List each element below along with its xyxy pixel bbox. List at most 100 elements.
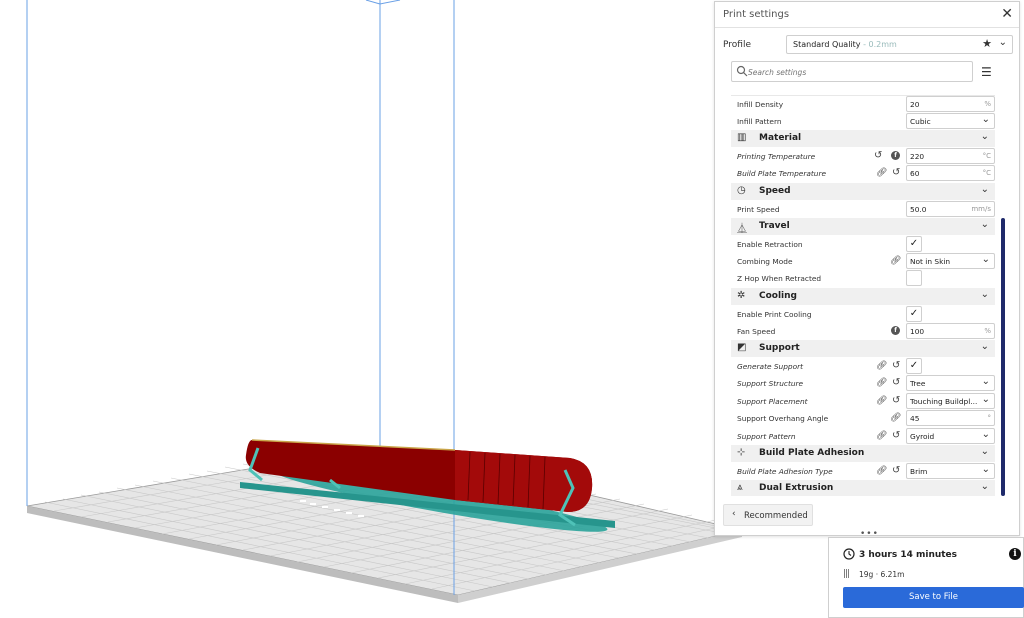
combing-mode-select[interactable]: Not in Skin ⌄ bbox=[906, 253, 995, 269]
search-box[interactable] bbox=[731, 61, 973, 82]
info-icon[interactable]: i bbox=[1009, 548, 1021, 560]
adhesion-type-select[interactable]: Brim ⌄ bbox=[906, 463, 995, 479]
printing-temperature-field[interactable]: 220 °C bbox=[906, 148, 995, 164]
setting-row-fan-speed: Fan Speed f 100 % bbox=[731, 323, 995, 340]
reset-icon[interactable]: ↺ bbox=[892, 395, 900, 406]
chevron-down-icon: ⌄ bbox=[980, 481, 989, 492]
chevron-left-icon: ‹ bbox=[732, 509, 736, 519]
setting-label: Combing Mode bbox=[737, 257, 793, 266]
support-pattern-select[interactable]: Gyroid ⌄ bbox=[906, 428, 995, 444]
link-icon[interactable]: 🔗︎ bbox=[876, 361, 887, 371]
infill-density-field[interactable]: 20 % bbox=[906, 96, 995, 112]
menu-icon[interactable]: ☰ bbox=[981, 65, 992, 79]
reset-icon[interactable]: ↺ bbox=[874, 150, 882, 161]
generate-support-checkbox[interactable]: ✓ bbox=[906, 358, 922, 374]
reset-icon[interactable]: ↺ bbox=[892, 430, 900, 441]
setting-row-support-placement: Support Placement 🔗︎ ↺ Touching Buildpl.… bbox=[731, 393, 995, 410]
setting-label: Build Plate Adhesion Type bbox=[737, 467, 833, 476]
chevron-down-icon: ⌄ bbox=[980, 131, 989, 142]
search-input[interactable] bbox=[748, 65, 968, 79]
setting-row-print-speed: Print Speed 50.0 mm/s bbox=[731, 201, 995, 218]
settings-list[interactable]: Infill Density 20 % Infill Pattern Cubic… bbox=[731, 88, 995, 496]
category-travel[interactable]: ⏅ Travel ⌄ bbox=[731, 218, 995, 235]
category-cooling[interactable]: ✲ Cooling ⌄ bbox=[731, 288, 995, 305]
chevron-down-icon: ⌄ bbox=[981, 394, 990, 405]
z-hop-checkbox[interactable] bbox=[906, 270, 922, 286]
recommended-button[interactable]: ‹ Recommended bbox=[723, 504, 813, 526]
setting-row-combing-mode: Combing Mode 🔗︎ Not in Skin ⌄ bbox=[731, 253, 995, 270]
setting-row-enable-retraction: Enable Retraction ✓ bbox=[731, 236, 995, 253]
support-placement-select[interactable]: Touching Buildpl... ⌄ bbox=[906, 393, 995, 409]
chevron-down-icon: ⌄ bbox=[981, 464, 990, 475]
setting-row-printing-temperature: Printing Temperature ↺ f 220 °C bbox=[731, 148, 995, 165]
clipped-row bbox=[731, 88, 995, 96]
support-structure-select[interactable]: Tree ⌄ bbox=[906, 375, 995, 391]
link-icon[interactable]: 🔗︎ bbox=[876, 431, 887, 441]
profile-label: Profile bbox=[723, 40, 751, 50]
profile-select[interactable]: Standard Quality - 0.2mm ★ ⌄ bbox=[786, 35, 1013, 54]
link-icon[interactable]: 🔗︎ bbox=[890, 256, 901, 266]
star-icon[interactable]: ★ bbox=[982, 37, 992, 50]
chevron-down-icon: ⌄ bbox=[980, 446, 989, 457]
setting-row-support-pattern: Support Pattern 🔗︎ ↺ Gyroid ⌄ bbox=[731, 428, 995, 445]
field-value: Not in Skin bbox=[910, 257, 951, 266]
category-label: Dual Extrusion bbox=[759, 483, 834, 493]
category-material[interactable]: ▥ Material ⌄ bbox=[731, 130, 995, 147]
print-action-panel: 3 hours 14 minutes i ||| 19g · 6.21m Sav… bbox=[828, 537, 1024, 618]
enable-print-cooling-checkbox[interactable]: ✓ bbox=[906, 306, 922, 322]
category-speed[interactable]: ◷ Speed ⌄ bbox=[731, 183, 995, 200]
panel-title: Print settings bbox=[723, 9, 790, 20]
field-unit: ° bbox=[987, 414, 992, 422]
save-to-file-button[interactable]: Save to File bbox=[843, 587, 1024, 608]
fan-speed-field[interactable]: 100 % bbox=[906, 323, 995, 339]
print-time: 3 hours 14 minutes bbox=[859, 550, 958, 560]
print-settings-panel: Print settings ✕ Profile Standard Qualit… bbox=[714, 1, 1020, 539]
material-estimate: 19g · 6.21m bbox=[859, 570, 905, 579]
enable-retraction-checkbox[interactable]: ✓ bbox=[906, 236, 922, 252]
field-unit: mm/s bbox=[971, 205, 991, 213]
field-value: 220 bbox=[910, 152, 925, 161]
field-value: Gyroid bbox=[910, 432, 935, 441]
setting-label: Enable Print Cooling bbox=[737, 310, 812, 319]
build-plate-temperature-field[interactable]: 60 °C bbox=[906, 165, 995, 181]
reset-icon[interactable]: ↺ bbox=[892, 465, 900, 476]
field-value: 100 bbox=[910, 327, 925, 336]
inherit-icon[interactable]: f bbox=[891, 326, 900, 335]
support-overhang-angle-field[interactable]: 45 ° bbox=[906, 410, 995, 426]
category-build-plate-adhesion[interactable]: ⊹ Build Plate Adhesion ⌄ bbox=[731, 445, 995, 462]
setting-row-support-structure: Support Structure 🔗︎ ↺ Tree ⌄ bbox=[731, 375, 995, 392]
category-support[interactable]: ◩ Support ⌄ bbox=[731, 340, 995, 357]
category-label: Cooling bbox=[759, 291, 797, 301]
setting-label: Fan Speed bbox=[737, 327, 776, 336]
setting-row-infill-pattern: Infill Pattern Cubic ⌄ bbox=[731, 113, 995, 130]
setting-label: Support Placement bbox=[737, 397, 808, 406]
category-label: Travel bbox=[759, 221, 790, 231]
link-icon[interactable]: 🔗︎ bbox=[876, 466, 887, 476]
settings-scrollbar[interactable] bbox=[1001, 218, 1005, 496]
chevron-down-icon: ⌄ bbox=[981, 429, 990, 440]
reset-icon[interactable]: ↺ bbox=[892, 167, 900, 178]
inherit-icon[interactable]: f bbox=[891, 151, 900, 160]
link-icon[interactable]: 🔗︎ bbox=[876, 168, 887, 178]
category-dual-extrusion[interactable]: ⩓ Dual Extrusion ⌄ bbox=[731, 480, 995, 496]
clock-icon bbox=[843, 548, 855, 560]
close-icon[interactable]: ✕ bbox=[1001, 6, 1013, 22]
chevron-down-icon: ⌄ bbox=[980, 289, 989, 300]
search-icon bbox=[736, 65, 748, 77]
print-speed-field[interactable]: 50.0 mm/s bbox=[906, 201, 995, 217]
setting-row-adhesion-type: Build Plate Adhesion Type 🔗︎ ↺ Brim ⌄ bbox=[731, 463, 995, 480]
reset-icon[interactable]: ↺ bbox=[892, 360, 900, 371]
link-icon[interactable]: 🔗︎ bbox=[876, 396, 887, 406]
field-value: Touching Buildpl... bbox=[910, 397, 978, 406]
setting-label: Build Plate Temperature bbox=[737, 169, 827, 178]
recommended-label: Recommended bbox=[744, 511, 808, 521]
setting-label: Z Hop When Retracted bbox=[737, 274, 822, 283]
link-icon[interactable]: 🔗︎ bbox=[876, 378, 887, 388]
link-icon[interactable]: 🔗︎ bbox=[890, 413, 901, 423]
travel-icon: ⏅ bbox=[737, 224, 747, 235]
infill-pattern-select[interactable]: Cubic ⌄ bbox=[906, 113, 995, 129]
reset-icon[interactable]: ↺ bbox=[892, 377, 900, 388]
field-value: 50.0 bbox=[910, 205, 927, 214]
setting-row-enable-print-cooling: Enable Print Cooling ✓ bbox=[731, 306, 995, 323]
field-value: Tree bbox=[910, 379, 926, 388]
